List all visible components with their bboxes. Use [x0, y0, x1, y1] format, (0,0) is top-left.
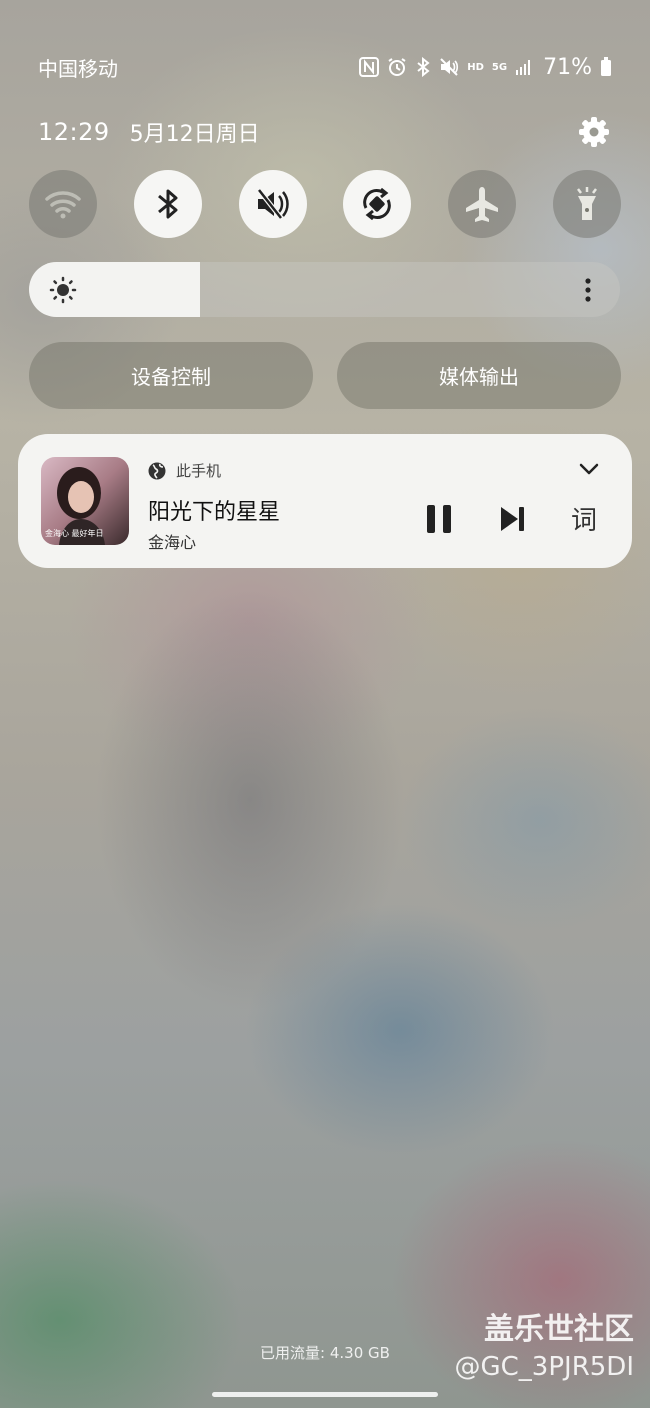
- date: 5月12日周日: [129, 122, 260, 147]
- signal-icon: [516, 60, 531, 75]
- clock: 12:29: [38, 118, 110, 146]
- bluetooth-icon: [417, 57, 430, 77]
- action-buttons: 设备控制 媒体输出: [29, 342, 621, 409]
- watermark-title: 盖乐世社区: [484, 1312, 634, 1347]
- settings-button[interactable]: [576, 114, 612, 150]
- pause-icon[interactable]: [424, 502, 454, 536]
- artist-name: 金海心: [148, 533, 197, 552]
- home-indicator[interactable]: [212, 1392, 438, 1397]
- mute-icon: [256, 188, 289, 220]
- bluetooth-icon: [157, 189, 178, 219]
- album-art: 金海心 最好年日: [41, 457, 129, 545]
- bluetooth-toggle[interactable]: [133, 170, 202, 238]
- output-device-label: 此手机: [176, 462, 222, 480]
- wifi-icon: [45, 191, 81, 219]
- battery-icon: [601, 57, 611, 76]
- output-device-row[interactable]: 此手机: [148, 460, 221, 481]
- auto-rotate-toggle[interactable]: [343, 170, 412, 238]
- gear-icon: [579, 117, 609, 147]
- brightness-slider[interactable]: [29, 262, 620, 317]
- time-row: 12:29 5月12日周日: [38, 112, 612, 152]
- carrier-label: 中国移动: [38, 56, 118, 81]
- watermark-handle: @GC_3PJR5DI: [454, 1352, 635, 1382]
- sun-icon: [49, 276, 77, 304]
- device-control-button[interactable]: 设备控制: [29, 342, 313, 409]
- media-output-button[interactable]: 媒体输出: [337, 342, 621, 409]
- alarm-icon: [388, 58, 406, 76]
- airplane-mode-toggle[interactable]: [448, 170, 517, 238]
- airplane-icon: [466, 187, 499, 222]
- nfc-icon: [359, 57, 380, 77]
- mute-toggle[interactable]: [238, 170, 307, 238]
- quick-toggles: [29, 170, 621, 238]
- status-bar: 中国移动 HD 5G 71%: [38, 50, 612, 84]
- song-title: 阳光下的星星: [148, 500, 281, 525]
- status-icons: HD 5G 71%: [359, 55, 612, 80]
- chevron-down-icon[interactable]: [576, 458, 602, 480]
- more-options-icon[interactable]: [578, 276, 598, 304]
- globe-icon: [148, 462, 166, 479]
- media-player-card[interactable]: 金海心 最好年日 此手机 阳光下的星星 金海心 词: [18, 434, 632, 568]
- battery-percent: 71%: [543, 54, 592, 80]
- skip-next-icon[interactable]: [498, 504, 528, 534]
- hd-icon: HD: [467, 61, 484, 73]
- lyrics-button[interactable]: 词: [571, 500, 597, 537]
- 5g-icon: 5G: [491, 61, 508, 73]
- wifi-toggle[interactable]: [29, 170, 97, 238]
- flashlight-icon: [576, 187, 597, 220]
- flashlight-toggle[interactable]: [552, 170, 621, 238]
- album-cover-text: 金海心 最好年日: [45, 529, 104, 538]
- mute-icon: [440, 58, 459, 76]
- auto-rotate-icon: [363, 187, 392, 221]
